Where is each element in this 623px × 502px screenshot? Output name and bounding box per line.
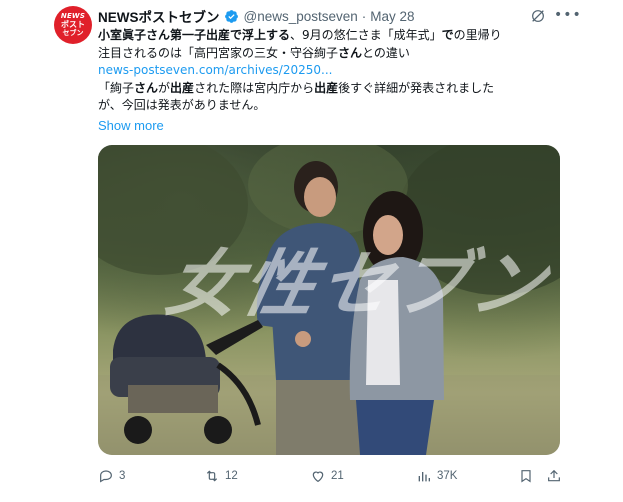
tweet-text-segment: 注目されるのは「高円宮家の三女・守谷絢子	[98, 45, 339, 60]
share-icon	[548, 469, 560, 482]
share-button[interactable]	[546, 466, 567, 486]
repost-button[interactable]: 12	[204, 466, 238, 486]
more-options-icon[interactable]: •••	[554, 7, 581, 25]
tweet-card: NEWS ポスト セブン NEWSポストセブン @news_postseven …	[50, 0, 581, 502]
tweet-text-segment: 後すぐ詳細が発表されました	[338, 80, 495, 95]
reply-button[interactable]: 3	[98, 466, 125, 486]
views-icon	[418, 472, 430, 482]
repost-count: 12	[225, 470, 238, 482]
display-name[interactable]: NEWSポストセブン	[98, 6, 220, 26]
separator-dot: ·	[361, 8, 367, 24]
bookmark-icon	[521, 470, 531, 483]
like-count: 21	[331, 470, 344, 482]
tweet-line-3: 「絢子さんが出産された際は宮内庁から出産後すぐ詳細が発表されました	[98, 80, 576, 98]
tweet-text-bold: さん	[338, 45, 363, 60]
photo-watermark: 女性セブン	[159, 242, 558, 326]
tweet-line-4: が、今回は発表がありません。	[98, 98, 266, 112]
tweet-text: 小室眞子さん第一子出産で浮上する、9月の悠仁さま「成年式」での里帰り 注目される…	[98, 27, 576, 134]
reply-icon	[100, 470, 112, 483]
avatar[interactable]: NEWS ポスト セブン	[54, 6, 92, 44]
article-link[interactable]: news-postseven.com/archives/20250...	[98, 62, 576, 80]
tweet-text-segment: が	[158, 80, 171, 95]
tweet-text-bold: さん	[134, 80, 159, 95]
tweet-text-bold: 出産	[170, 80, 195, 95]
tweet-header: NEWSポストセブン @news_postseven · May 28 •••	[98, 6, 581, 26]
tweet-text-segment: との違い	[362, 45, 410, 60]
tweet-line-1: 小室眞子さん第一子出産で浮上する、9月の悠仁さま「成年式」での里帰り	[98, 27, 576, 45]
heart-icon	[312, 471, 324, 483]
tweet-text-segment: 、9月の悠仁さま「成年式」	[290, 28, 442, 42]
tweet-text-segment: された際は宮内庁から	[194, 80, 315, 95]
views-button[interactable]: 37K	[416, 466, 457, 486]
tweet-actions: 3 12 21 37K	[98, 466, 568, 486]
account-handle[interactable]: @news_postseven	[244, 9, 358, 24]
reply-count: 3	[119, 470, 126, 482]
tweet-text-bold: 小室眞子さん第一子出産で浮上する	[98, 28, 291, 42]
avatar-text-post: ポスト	[61, 20, 85, 29]
show-more-link[interactable]: Show more	[98, 117, 576, 135]
avatar-text-seven: セブン	[62, 29, 84, 37]
tweet-line-2: 注目されるのは「高円宮家の三女・守谷絢子さんとの違い	[98, 45, 576, 63]
bookmark-button[interactable]	[518, 466, 539, 486]
tweet-text-segment: の里帰り	[453, 28, 502, 42]
tweet-date[interactable]: May 28	[370, 9, 414, 24]
tweet-text-bold: で	[441, 28, 454, 42]
tweet-text-segment: 「絢子	[98, 80, 135, 95]
like-button[interactable]: 21	[310, 466, 344, 486]
grok-icon[interactable]	[530, 8, 546, 24]
tweet-text-bold: 出産	[314, 80, 339, 95]
verified-badge-icon	[224, 9, 238, 23]
repost-icon	[206, 470, 218, 482]
view-count: 37K	[437, 470, 458, 482]
tweet-photo[interactable]: 女性セブン	[98, 145, 560, 455]
avatar-text-news: NEWS	[60, 12, 86, 20]
